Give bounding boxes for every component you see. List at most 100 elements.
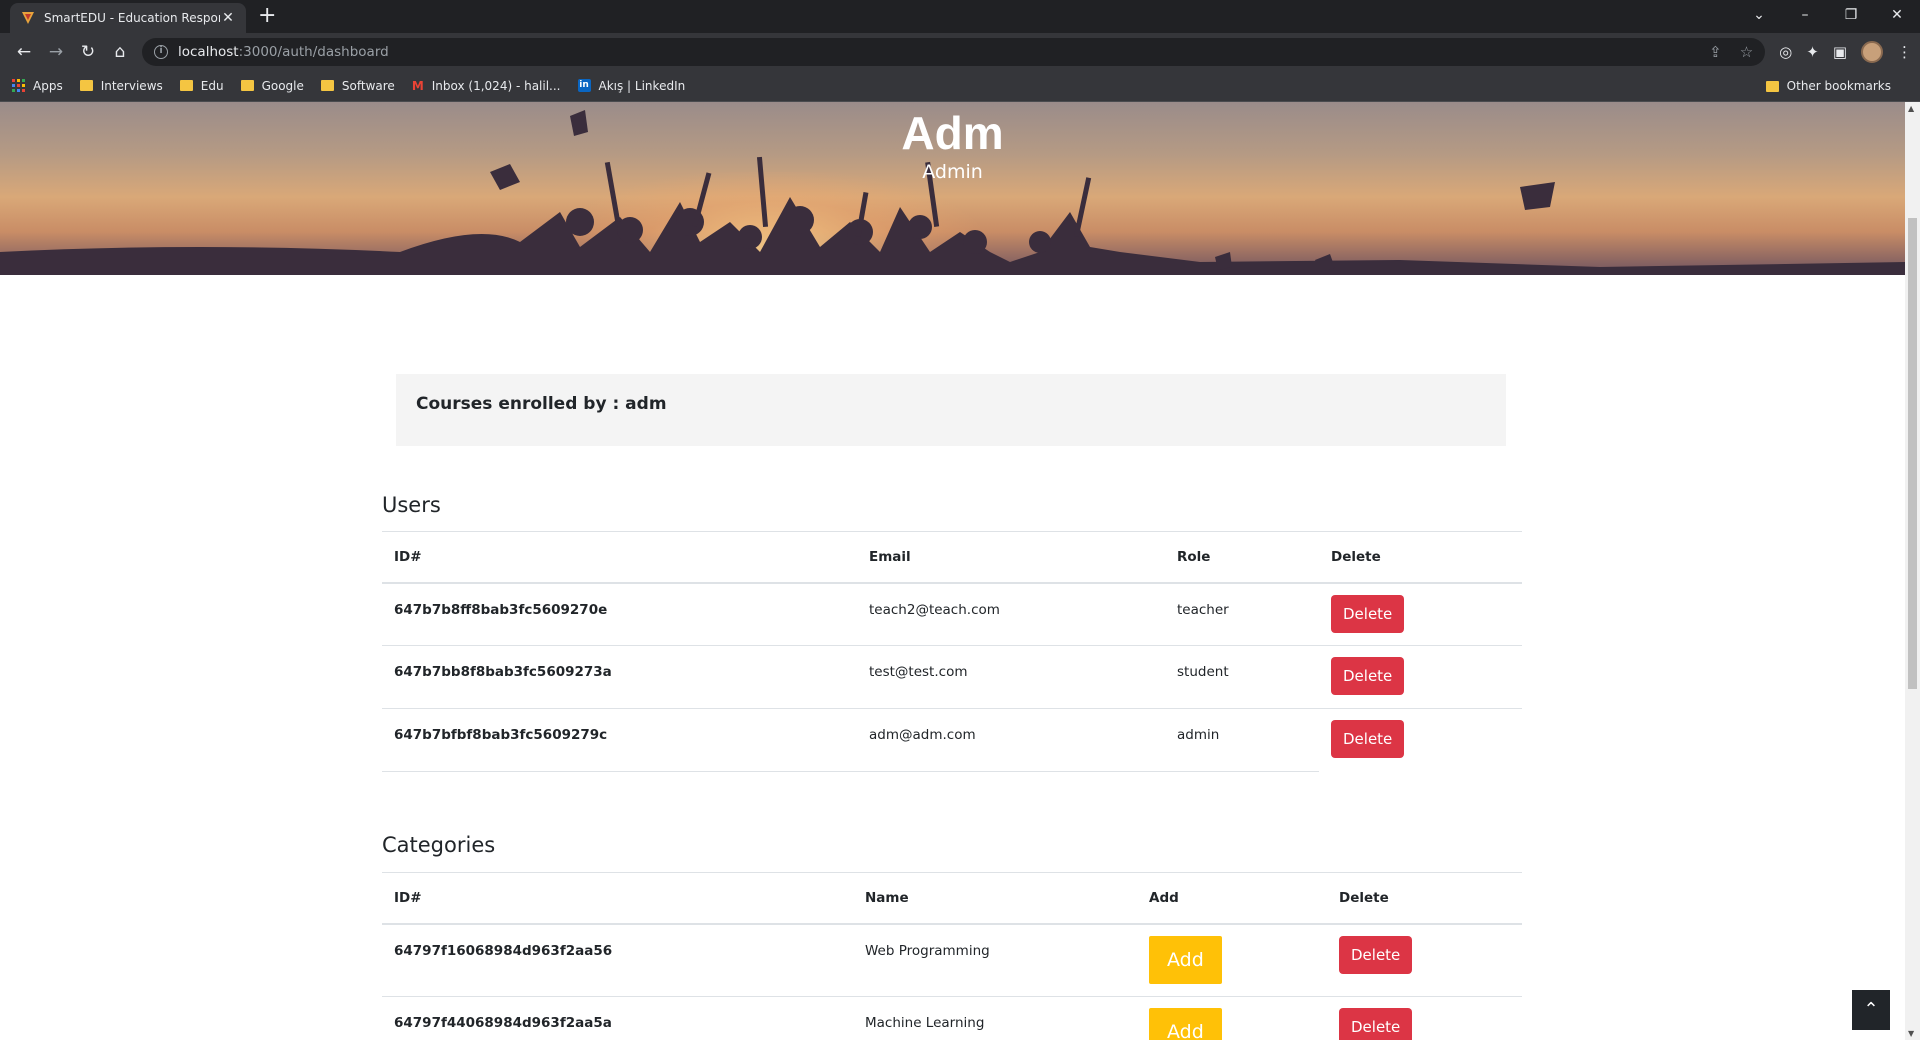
column-header-delete: Delete bbox=[1319, 531, 1522, 584]
add-category-button[interactable]: Add bbox=[1149, 1008, 1222, 1040]
scroll-up-arrow-icon[interactable]: ▲ bbox=[1908, 104, 1914, 113]
user-id: 647b7b8ff8bab3fc5609270e bbox=[382, 582, 857, 646]
column-header-id: ID# bbox=[382, 872, 853, 925]
folder-icon bbox=[79, 80, 93, 91]
column-header-delete: Delete bbox=[1327, 872, 1522, 925]
categories-table: ID# Name Add Delete 64797f16068984d963f2… bbox=[382, 872, 1522, 1040]
apps-grid-icon bbox=[12, 79, 25, 92]
folder-icon bbox=[240, 80, 254, 91]
column-header-id: ID# bbox=[382, 531, 857, 584]
url-path: :3000/auth/dashboard bbox=[238, 43, 389, 60]
category-name: Machine Learning bbox=[853, 996, 1137, 1040]
scroll-to-top-button[interactable]: ⌃ bbox=[1852, 990, 1890, 1030]
column-header-role: Role bbox=[1165, 531, 1319, 584]
new-tab-icon[interactable]: + bbox=[258, 4, 276, 28]
scrollbar-thumb[interactable] bbox=[1908, 218, 1917, 689]
table-row: 64797f44068984d963f2aa5a Machine Learnin… bbox=[382, 996, 1522, 1040]
page-viewport: Adm Admin Courses enrolled by : adm User… bbox=[0, 102, 1920, 1040]
back-arrow-icon[interactable]: ← bbox=[8, 42, 40, 62]
column-header-add: Add bbox=[1137, 872, 1327, 925]
category-id: 64797f44068984d963f2aa5a bbox=[382, 996, 853, 1040]
users-table: ID# Email Role Delete 647b7b8ff8bab3fc56… bbox=[382, 531, 1522, 772]
menu-kebab-icon[interactable]: ⋮ bbox=[1897, 43, 1912, 61]
smartedu-favicon-icon bbox=[22, 12, 34, 24]
close-window-icon[interactable]: ✕ bbox=[1874, 0, 1920, 30]
bookmark-label: Other bookmarks bbox=[1786, 79, 1891, 93]
chevron-up-icon: ⌃ bbox=[1863, 999, 1879, 1020]
folder-icon bbox=[1765, 80, 1779, 92]
category-name: Web Programming bbox=[853, 923, 1137, 997]
delete-category-button[interactable]: Delete bbox=[1339, 1008, 1413, 1040]
tab-title: SmartEDU - Education Responsiv bbox=[44, 11, 220, 25]
users-section-title: Users bbox=[382, 493, 441, 517]
hero-subtitle: Admin bbox=[922, 161, 983, 183]
user-id: 647b7bb8f8bab3fc5609273a bbox=[382, 645, 857, 709]
reload-icon[interactable]: ↻ bbox=[72, 42, 104, 62]
share-icon[interactable]: ⇪ bbox=[1709, 43, 1722, 61]
column-header-name: Name bbox=[853, 872, 1137, 925]
bookmark-software[interactable]: Software bbox=[320, 78, 395, 93]
table-row: 647b7b8ff8bab3fc5609270e teach2@teach.co… bbox=[382, 582, 1522, 646]
site-info-icon[interactable]: i bbox=[154, 44, 168, 59]
bookmark-label: Akış | LinkedIn bbox=[598, 78, 686, 93]
delete-user-button[interactable]: Delete bbox=[1331, 594, 1405, 633]
user-id: 647b7bfbf8bab3fc5609279c bbox=[382, 708, 857, 772]
bookmarks-bar: Apps Interviews Edu Google Software M Inb… bbox=[0, 70, 1920, 102]
window-controls: ⌄ – ❐ ✕ bbox=[1736, 0, 1920, 30]
puzzle-extensions-icon[interactable]: ✦ bbox=[1806, 43, 1819, 61]
user-role: teacher bbox=[1165, 582, 1319, 646]
table-row: 647b7bb8f8bab3fc5609273a test@test.com s… bbox=[382, 645, 1522, 709]
side-panel-icon[interactable]: ▣ bbox=[1833, 43, 1847, 61]
add-category-button[interactable]: Add bbox=[1149, 935, 1222, 984]
linkedin-icon: in bbox=[577, 79, 591, 92]
delete-user-button[interactable]: Delete bbox=[1331, 657, 1405, 695]
bookmark-apps[interactable]: Apps bbox=[12, 79, 63, 93]
gmail-icon: M bbox=[411, 78, 424, 93]
bookmark-label: Interviews bbox=[100, 78, 163, 93]
minimize-icon[interactable]: – bbox=[1782, 0, 1828, 30]
bookmark-gmail-inbox[interactable]: M Inbox (1,024) - halil... bbox=[412, 79, 561, 93]
courses-enrolled-heading: Courses enrolled by : adm bbox=[416, 394, 667, 414]
categories-table-header: ID# Name Add Delete bbox=[382, 872, 1522, 925]
delete-category-button[interactable]: Delete bbox=[1339, 935, 1413, 974]
browser-tab[interactable]: SmartEDU - Education Responsiv ✕ bbox=[10, 3, 246, 33]
extension-icon[interactable]: ◎ bbox=[1779, 43, 1792, 61]
table-row: 64797f16068984d963f2aa56 Web Programming… bbox=[382, 923, 1522, 997]
user-email: test@test.com bbox=[857, 645, 1165, 709]
forward-arrow-icon[interactable]: → bbox=[40, 42, 72, 62]
bookmark-edu[interactable]: Edu bbox=[179, 78, 224, 93]
bookmark-label: Google bbox=[261, 78, 304, 93]
bookmark-interviews[interactable]: Interviews bbox=[79, 78, 163, 93]
user-role: student bbox=[1165, 645, 1319, 709]
bookmark-label: Inbox (1,024) - halil... bbox=[431, 78, 561, 93]
user-email: adm@adm.com bbox=[857, 708, 1165, 772]
hero-title: Adm bbox=[901, 107, 1004, 159]
bookmark-label: Edu bbox=[200, 78, 224, 93]
users-table-header: ID# Email Role Delete bbox=[382, 531, 1522, 584]
page-scrollbar[interactable]: ▲ ▼ bbox=[1905, 102, 1920, 1040]
tab-search-icon[interactable]: ⌄ bbox=[1736, 0, 1782, 30]
hero-banner: Adm Admin bbox=[0, 102, 1905, 275]
category-id: 64797f16068984d963f2aa56 bbox=[382, 923, 853, 997]
bookmark-label: Apps bbox=[33, 78, 63, 93]
user-email: teach2@teach.com bbox=[857, 582, 1165, 646]
bookmark-other[interactable]: Other bookmarks bbox=[1765, 70, 1891, 102]
bookmark-star-icon[interactable]: ☆ bbox=[1740, 43, 1753, 61]
categories-section-title: Categories bbox=[382, 833, 496, 857]
folder-icon bbox=[179, 80, 193, 91]
bookmark-label: Software bbox=[341, 78, 395, 93]
table-row: 647b7bfbf8bab3fc5609279c adm@adm.com adm… bbox=[382, 708, 1522, 772]
address-bar[interactable]: i localhost:3000/auth/dashboard ⇪ ☆ bbox=[142, 37, 1766, 66]
home-icon[interactable]: ⌂ bbox=[104, 42, 136, 62]
courses-enrolled-card: Courses enrolled by : adm bbox=[396, 374, 1506, 446]
profile-avatar[interactable] bbox=[1861, 40, 1883, 63]
bookmark-linkedin[interactable]: in Akış | LinkedIn bbox=[577, 78, 686, 93]
close-tab-icon[interactable]: ✕ bbox=[220, 10, 236, 26]
restore-icon[interactable]: ❐ bbox=[1828, 0, 1874, 30]
delete-user-button[interactable]: Delete bbox=[1331, 720, 1405, 758]
bookmark-google[interactable]: Google bbox=[240, 78, 304, 93]
browser-tabbar: SmartEDU - Education Responsiv ✕ + ⌄ – ❐… bbox=[0, 0, 1920, 33]
user-role: admin bbox=[1165, 708, 1319, 772]
column-header-email: Email bbox=[857, 531, 1165, 584]
scroll-down-arrow-icon[interactable]: ▼ bbox=[1908, 1029, 1914, 1038]
